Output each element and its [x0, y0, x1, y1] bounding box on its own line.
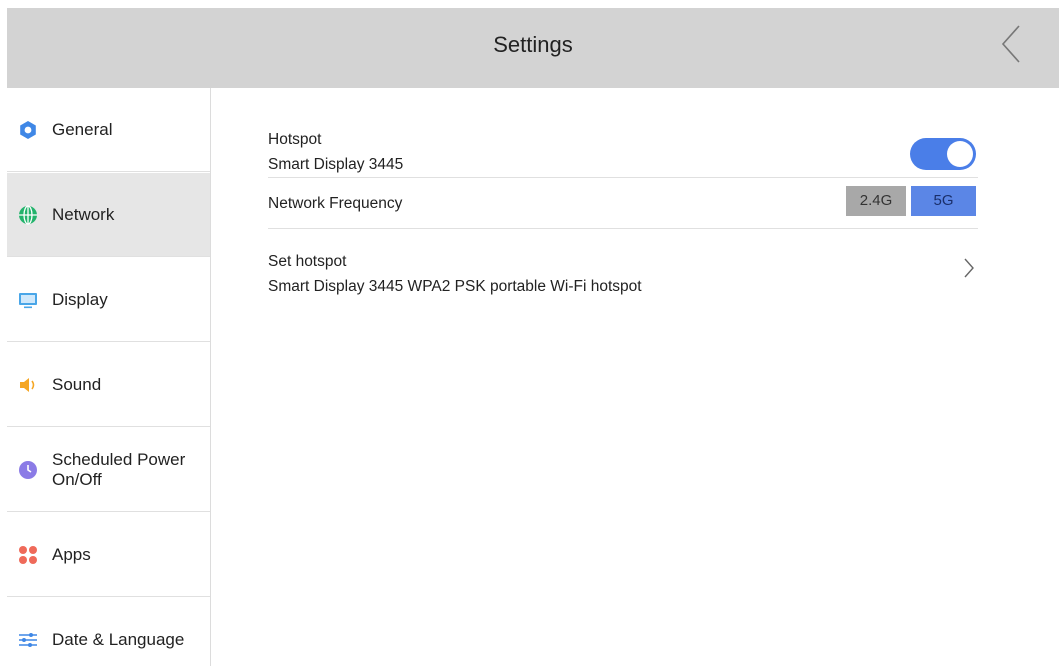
sidebar-item-label: Sound — [52, 374, 102, 394]
frequency-5g-button[interactable]: 5G — [911, 186, 976, 216]
hotspot-title: Hotspot — [268, 131, 322, 148]
sidebar-item-scheduled-power[interactable]: Scheduled Power On/Off — [7, 428, 210, 512]
hotspot-toggle[interactable] — [910, 138, 976, 170]
sidebar-item-display[interactable]: Display — [7, 258, 210, 342]
frequency-2-4g-button[interactable]: 2.4G — [846, 186, 906, 216]
speaker-icon — [18, 375, 38, 395]
set-hotspot-title: Set hotspot — [268, 253, 347, 270]
network-frequency-label: Network Frequency — [268, 195, 403, 212]
sidebar-item-date-language[interactable]: Date & Language — [7, 598, 210, 666]
sidebar-item-label: Scheduled Power On/Off — [52, 449, 186, 489]
monitor-icon — [18, 290, 38, 310]
hotspot-name: Smart Display 3445 — [268, 156, 404, 173]
sliders-icon — [18, 630, 38, 650]
sidebar-item-general[interactable]: General — [7, 88, 210, 172]
settings-content: Hotspot Smart Display 3445 Network Frequ… — [211, 88, 1059, 666]
sidebar-item-sound[interactable]: Sound — [7, 343, 210, 427]
sidebar: General Network Display Sound Scheduled … — [7, 88, 211, 666]
network-frequency-row: Network Frequency 2.4G 5G — [268, 179, 978, 229]
apps-icon — [18, 545, 38, 565]
set-hotspot-row[interactable]: Set hotspot Smart Display 3445 WPA2 PSK … — [268, 230, 978, 300]
sidebar-item-label: Display — [52, 289, 108, 309]
back-button[interactable] — [997, 22, 1027, 66]
sidebar-item-network[interactable]: Network — [7, 173, 210, 257]
chevron-left-icon — [1001, 25, 1020, 63]
sidebar-item-apps[interactable]: Apps — [7, 513, 210, 597]
sidebar-item-label: General — [52, 119, 113, 139]
page-title: Settings — [493, 32, 573, 57]
header-bar: Settings — [7, 8, 1059, 88]
chevron-right-icon — [964, 258, 974, 278]
hotspot-row: Hotspot Smart Display 3445 — [268, 126, 978, 178]
sidebar-item-label: Network — [52, 204, 115, 224]
toggle-knob — [947, 141, 973, 167]
globe-icon — [18, 204, 38, 225]
clock-icon — [18, 460, 38, 480]
sidebar-item-label: Apps — [52, 544, 91, 564]
sidebar-item-label: Date & Language — [52, 630, 185, 649]
set-hotspot-description: Smart Display 3445 WPA2 PSK portable Wi-… — [268, 278, 642, 295]
settings-window: Settings General Network Display Sound S… — [7, 8, 1059, 666]
gear-icon — [18, 120, 38, 140]
